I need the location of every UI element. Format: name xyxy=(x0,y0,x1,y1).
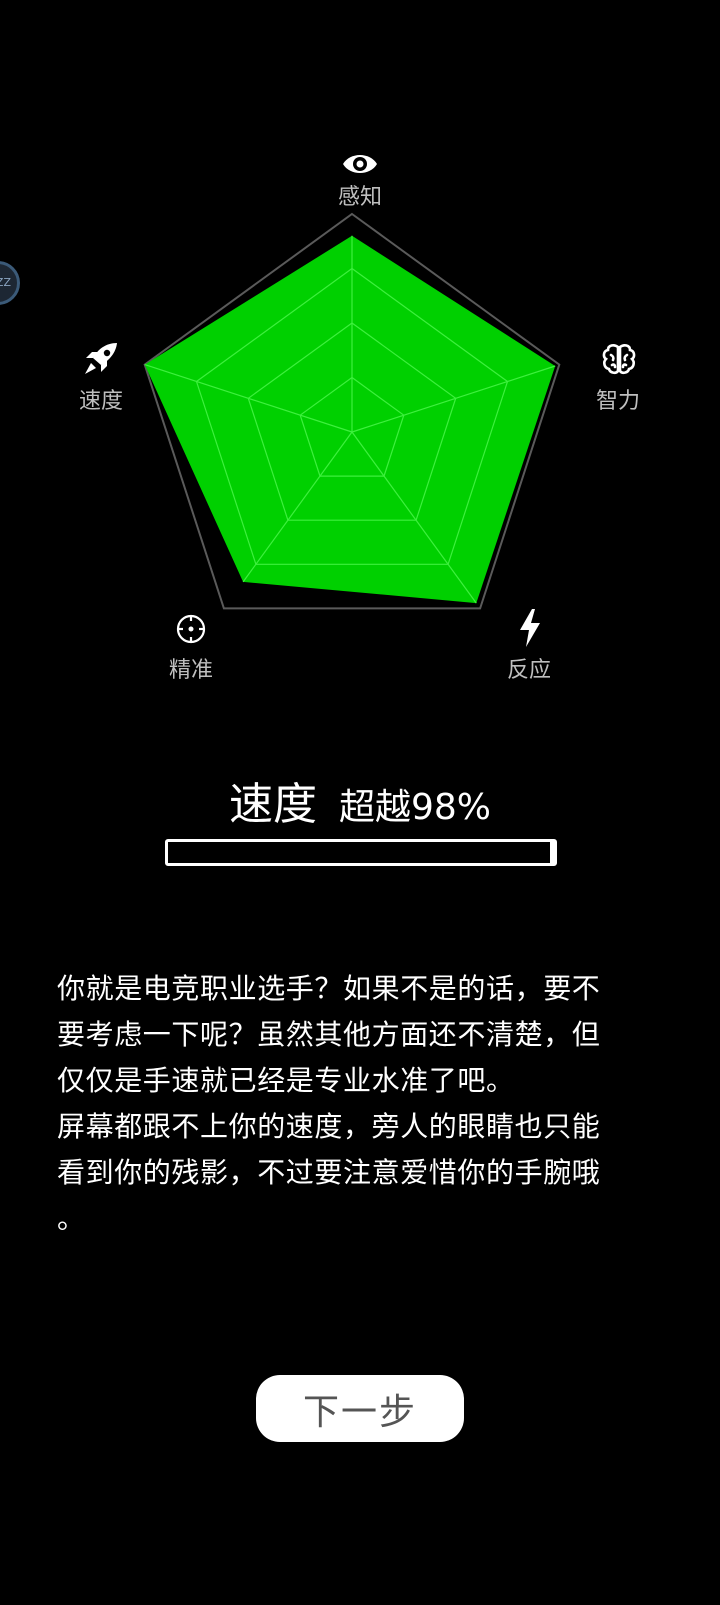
axis-label-perception: 感知 xyxy=(337,185,382,210)
result-description: 你就是电竞职业选手？如果不是的话，要不 要考虑一下呢？虽然其他方面还不清楚，但 … xyxy=(57,972,601,1235)
lightning-icon xyxy=(518,609,542,651)
result-heading: 速度 超越98% xyxy=(0,768,720,832)
next-step-button[interactable]: 下一步 xyxy=(256,1375,464,1442)
rocket-icon xyxy=(82,341,120,381)
eye-icon xyxy=(341,150,379,182)
result-percent: 超越98% xyxy=(338,787,492,828)
axis-label-reaction: 反应 xyxy=(506,658,551,683)
brain-icon xyxy=(601,343,637,379)
result-title: 速度 xyxy=(228,779,317,830)
radar-data-area xyxy=(144,235,556,604)
progress-bar xyxy=(165,839,557,866)
progress-fill xyxy=(550,842,554,863)
axis-label-intelligence: 智力 xyxy=(595,389,640,414)
axis-label-precision: 精准 xyxy=(168,658,213,683)
crosshair-icon xyxy=(175,613,207,649)
axis-label-speed: 速度 xyxy=(78,389,123,414)
